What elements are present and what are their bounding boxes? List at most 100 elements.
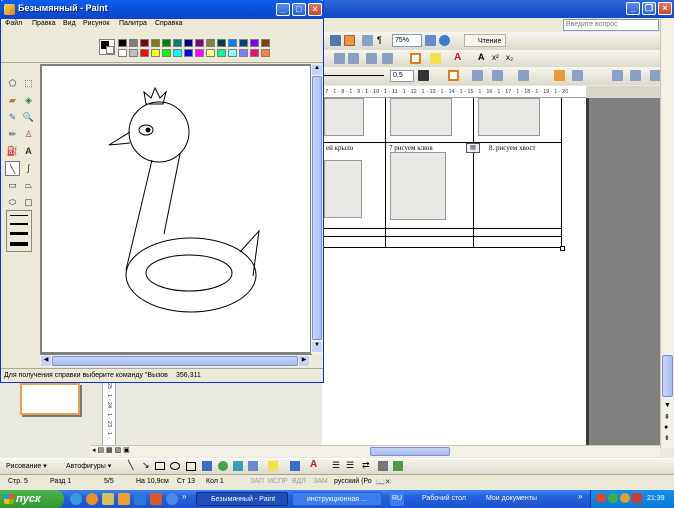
status-ovr[interactable]: ЗАМ xyxy=(313,478,328,485)
palette-color-swatch[interactable] xyxy=(173,49,182,57)
menu-image[interactable]: Рисунок xyxy=(83,20,109,27)
palette-color-swatch[interactable] xyxy=(151,39,160,47)
page-thumbnail[interactable] xyxy=(20,383,80,415)
magnifier-icon[interactable]: 🔍 xyxy=(21,110,36,125)
next-page-icon[interactable]: ⇟ xyxy=(664,434,670,442)
free-select-icon[interactable]: ⬠ xyxy=(5,76,20,91)
line-style-icon[interactable]: ☰ xyxy=(332,460,340,471)
paint-close-button[interactable]: × xyxy=(308,3,322,16)
tray-icon-1[interactable] xyxy=(596,493,606,503)
paint-vscroll-thumb[interactable] xyxy=(312,76,322,340)
fill-icon[interactable]: ◈ xyxy=(21,93,36,108)
palette-color-swatch[interactable] xyxy=(162,39,171,47)
fill-color-icon[interactable] xyxy=(268,461,278,471)
language-indicator[interactable]: RU xyxy=(390,492,404,506)
curve-tool-icon[interactable]: ∫ xyxy=(21,161,36,176)
paint-maximize-button[interactable]: □ xyxy=(292,3,306,16)
autoshapes-menu[interactable]: Автофигуры ▾ xyxy=(66,462,111,470)
line-width-1[interactable] xyxy=(10,215,28,216)
palette-color-swatch[interactable] xyxy=(140,39,149,47)
help-question-input[interactable]: Введите вопрос xyxy=(563,19,659,31)
font-color-icon[interactable]: A xyxy=(310,459,317,470)
paint-hscroll-thumb[interactable] xyxy=(52,356,298,366)
status-trk[interactable]: ИСПР xyxy=(268,478,288,485)
palette-color-swatch[interactable] xyxy=(184,39,193,47)
clock[interactable]: 21:39 xyxy=(647,495,665,502)
palette-color-swatch[interactable] xyxy=(261,49,270,57)
palette-color-swatch[interactable] xyxy=(239,49,248,57)
palette-color-swatch[interactable] xyxy=(206,39,215,47)
doc-map-icon[interactable] xyxy=(362,35,373,46)
word-vscroll-thumb[interactable] xyxy=(662,355,673,397)
quicklaunch-word-icon[interactable] xyxy=(134,493,146,505)
palette-color-swatch[interactable] xyxy=(250,39,259,47)
rectangle-tool-icon[interactable] xyxy=(155,462,165,470)
help-icon[interactable] xyxy=(439,35,450,46)
3d-icon[interactable] xyxy=(393,461,403,471)
superscript-icon[interactable]: x² xyxy=(492,53,499,62)
taskbar-paint-button[interactable]: Безымянный - Paint xyxy=(196,492,288,506)
menu-palette[interactable]: Палитра xyxy=(119,20,147,27)
subscript-icon[interactable]: x₂ xyxy=(506,53,513,62)
merge-cells-icon[interactable] xyxy=(518,70,529,81)
tray-icon-4[interactable] xyxy=(632,493,642,503)
grow-font-icon[interactable]: A xyxy=(478,52,485,62)
prev-page-icon[interactable]: ⇞ xyxy=(664,413,670,421)
scroll-up-icon[interactable]: ▲ xyxy=(312,65,322,75)
quicklaunch-media-icon[interactable] xyxy=(86,493,98,505)
palette-color-swatch[interactable] xyxy=(250,49,259,57)
taskbar-desktop-button[interactable]: Рабочий стол xyxy=(408,492,472,506)
table-resize-handle[interactable] xyxy=(560,246,565,251)
textbox-tool-icon[interactable] xyxy=(186,462,196,471)
palette-color-swatch[interactable] xyxy=(129,49,138,57)
palette-color-swatch[interactable] xyxy=(261,39,270,47)
arrow-tool-icon[interactable]: ↘ xyxy=(142,460,150,471)
dash-style-icon[interactable]: ☰ xyxy=(346,460,354,471)
status-ext[interactable]: ВДЛ xyxy=(292,478,306,485)
line-weight-input[interactable]: 0,5 xyxy=(390,70,414,82)
word-minimize-button[interactable]: _ xyxy=(626,2,640,15)
spelling-status-icon[interactable]: 📖✕ xyxy=(376,478,391,486)
palette-color-swatch[interactable] xyxy=(140,49,149,57)
line-tool-icon[interactable]: ╲ xyxy=(5,161,20,176)
line-color-icon[interactable] xyxy=(290,461,300,471)
quicklaunch-more-icon[interactable]: » xyxy=(182,492,186,501)
font-color-icon[interactable]: A xyxy=(454,52,461,63)
shading-icon[interactable] xyxy=(472,70,483,81)
insert-picture-icon[interactable] xyxy=(248,461,258,471)
zoom-dropdown-icon[interactable] xyxy=(425,35,436,46)
paint-app-icon[interactable] xyxy=(4,4,15,15)
quicklaunch-messenger-icon[interactable] xyxy=(166,493,178,505)
rect-select-icon[interactable]: ⬚ xyxy=(21,76,36,91)
palette-color-swatch[interactable] xyxy=(217,49,226,57)
indent-icon[interactable] xyxy=(366,53,377,64)
line-width-4[interactable] xyxy=(10,242,28,246)
quicklaunch-ie-icon[interactable] xyxy=(70,493,82,505)
quicklaunch-folder-icon[interactable] xyxy=(102,493,114,505)
distribute-icon[interactable] xyxy=(554,70,565,81)
tray-icon-2[interactable] xyxy=(608,493,618,503)
palette-color-swatch[interactable] xyxy=(228,39,237,47)
scroll-down-icon[interactable]: ▼ xyxy=(664,402,671,409)
rounded-rect-tool-icon[interactable]: ▢ xyxy=(21,195,36,210)
text-tool-icon[interactable]: A xyxy=(21,144,36,159)
drawing-canvas[interactable] xyxy=(42,66,310,352)
rectangle-tool-icon[interactable]: ▭ xyxy=(5,178,20,193)
taskbar-mydocs-button[interactable]: Мои документы xyxy=(472,492,552,506)
shadow-icon[interactable] xyxy=(378,461,388,471)
toolbar-more-icon[interactable]: » xyxy=(578,492,582,501)
line-tool-icon[interactable]: ╲ xyxy=(128,460,133,471)
line-width-3[interactable] xyxy=(10,232,28,235)
eraser-icon[interactable]: ▰ xyxy=(5,93,20,108)
palette-color-swatch[interactable] xyxy=(206,49,215,57)
scroll-right-icon[interactable]: ▶ xyxy=(299,356,309,366)
select-browse-icon[interactable]: ● xyxy=(664,424,668,431)
highlight-icon[interactable] xyxy=(430,53,441,64)
polygon-tool-icon[interactable]: ⏢ xyxy=(21,178,36,193)
palette-color-swatch[interactable] xyxy=(228,49,237,57)
palette-color-swatch[interactable] xyxy=(195,39,204,47)
quicklaunch-office-icon[interactable] xyxy=(150,493,162,505)
palette-color-swatch[interactable] xyxy=(129,39,138,47)
paint-minimize-button[interactable]: _ xyxy=(276,3,290,16)
word-hscroll-thumb[interactable] xyxy=(370,447,450,456)
